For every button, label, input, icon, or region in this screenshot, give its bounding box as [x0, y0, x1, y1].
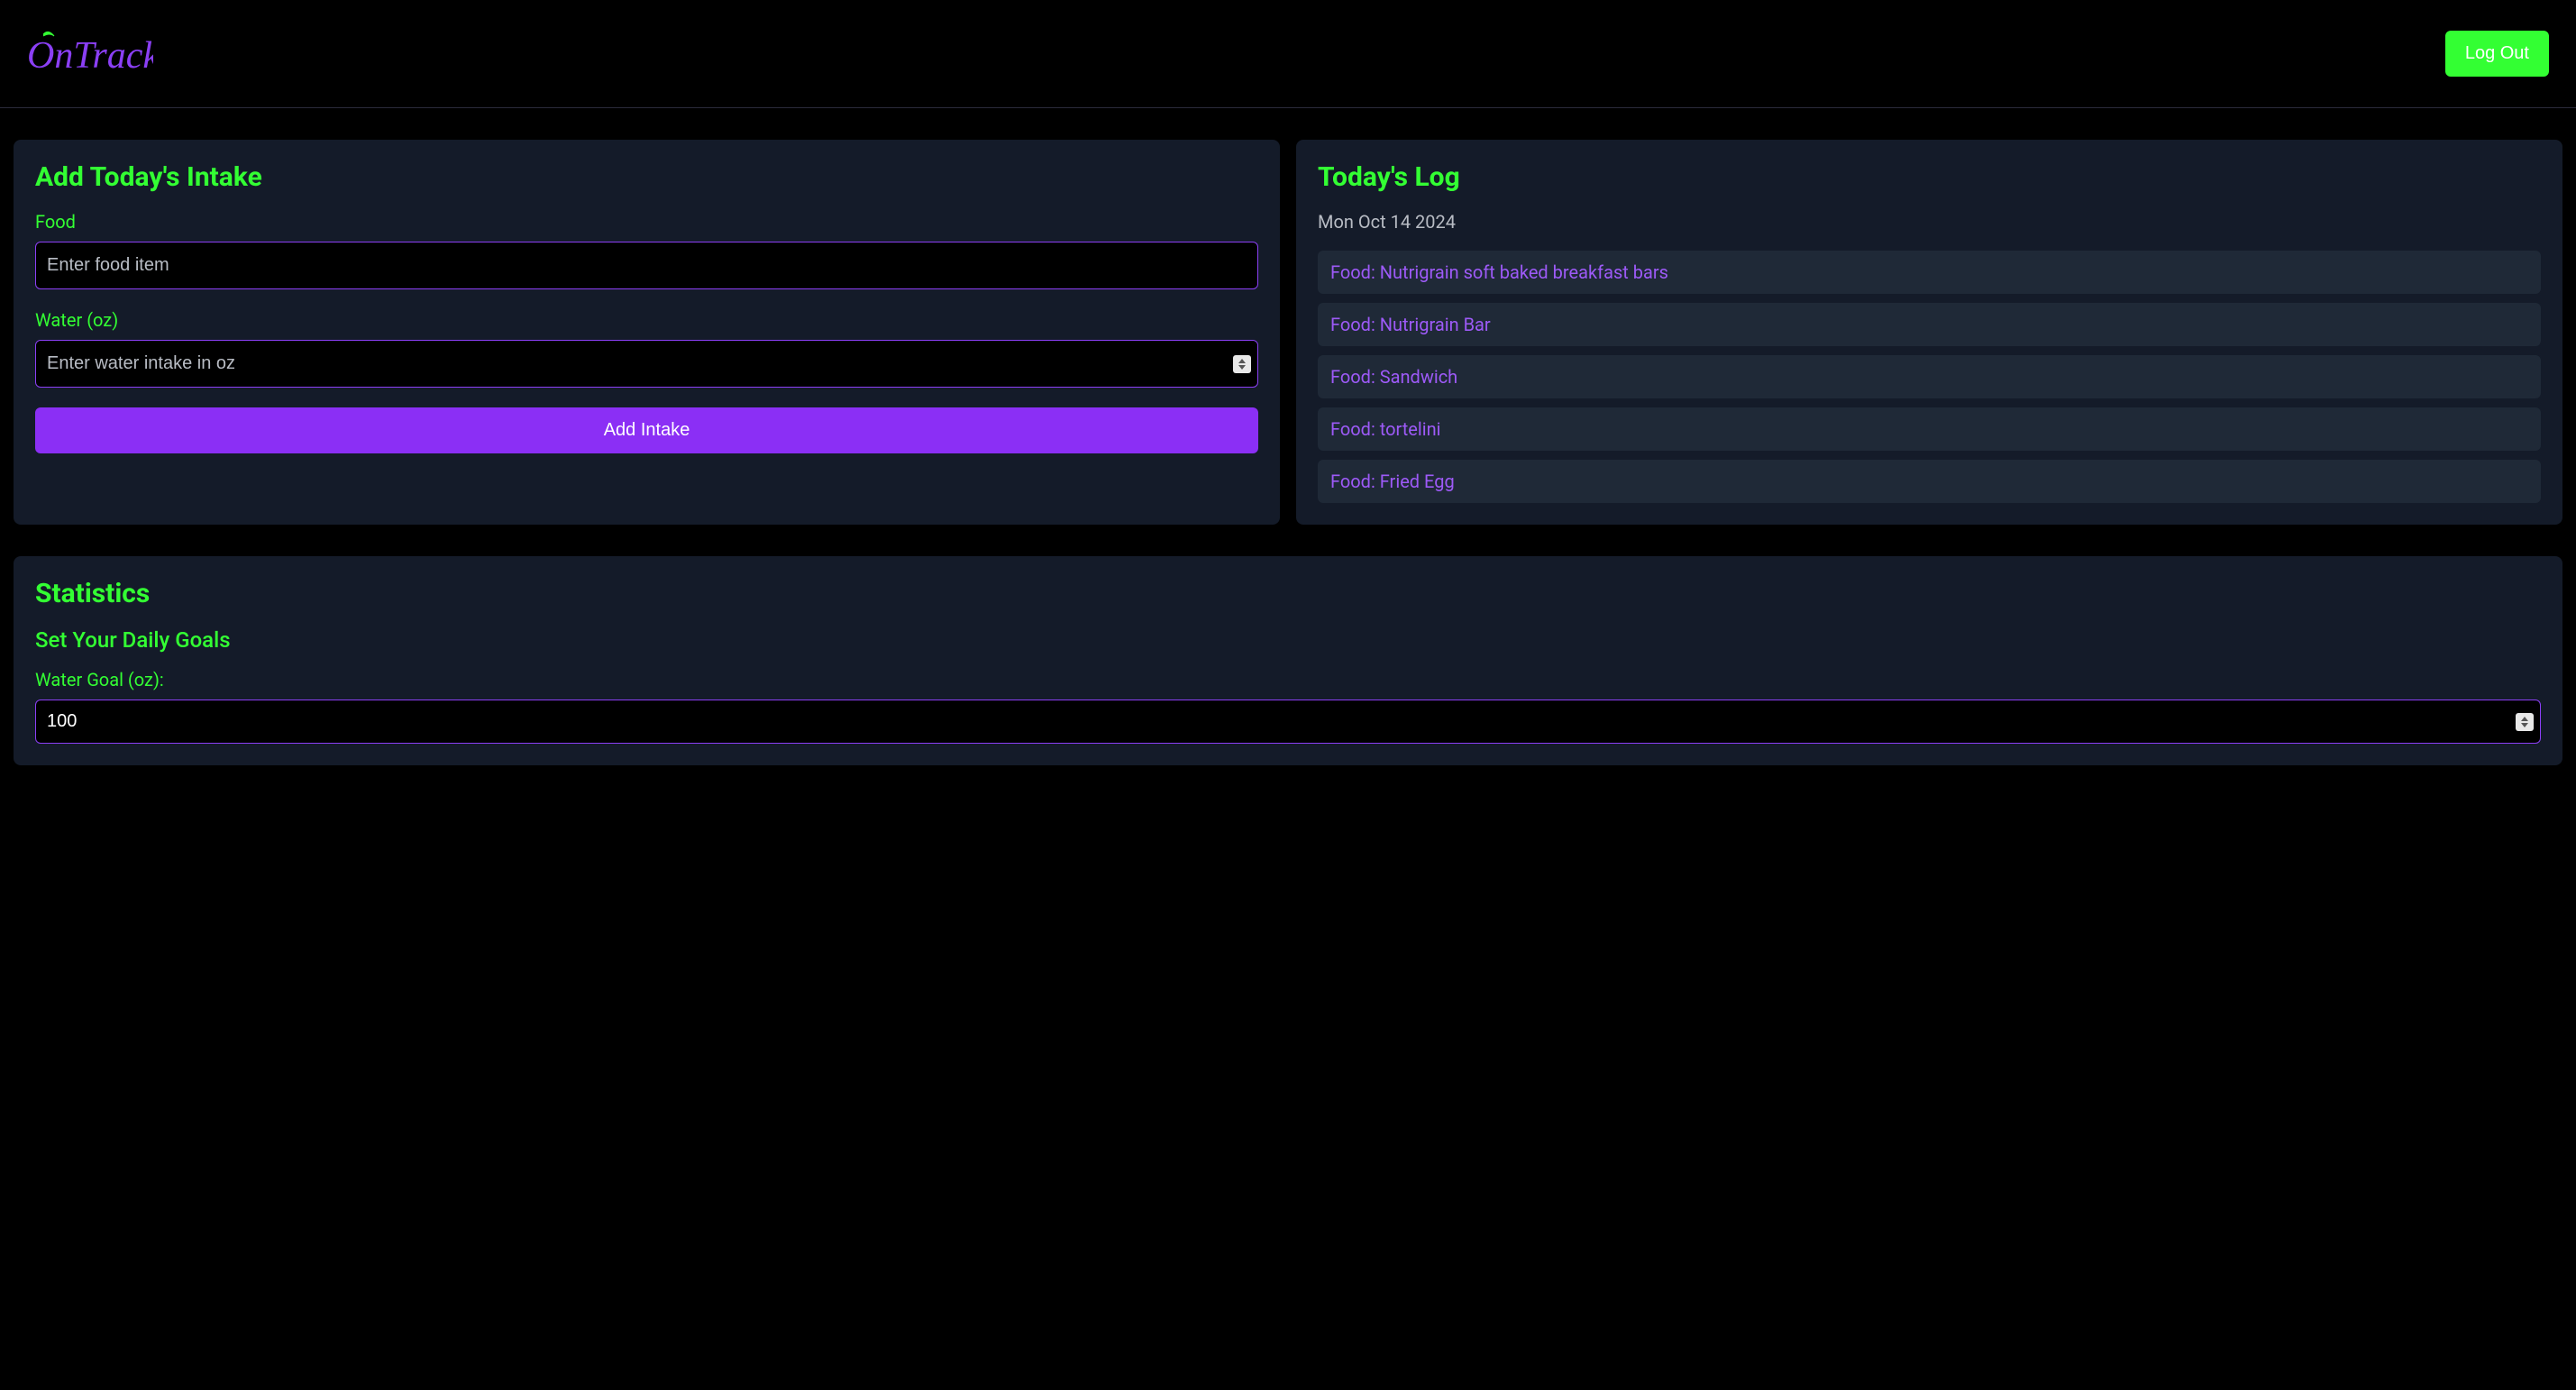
log-item: Food: tortelini	[1318, 407, 2541, 451]
spinner-up-icon	[1238, 359, 1246, 363]
water-goal-spinner[interactable]	[2516, 713, 2534, 731]
water-goal-label: Water Goal (oz):	[35, 669, 2541, 690]
add-intake-title: Add Today's Intake	[35, 161, 1258, 193]
log-item: Food: Fried Egg	[1318, 460, 2541, 503]
food-input[interactable]	[35, 242, 1258, 289]
svg-text:OnTrack: OnTrack	[27, 35, 153, 77]
water-spinner[interactable]	[1233, 355, 1251, 373]
logout-button[interactable]: Log Out	[2445, 31, 2549, 77]
logo-leaf-icon: OnTrack	[27, 27, 153, 80]
food-label: Food	[35, 211, 1258, 233]
top-row: Add Today's Intake Food Water (oz) Add I…	[14, 140, 2562, 525]
goals-subtitle: Set Your Daily Goals	[35, 627, 2541, 653]
log-items-list: Food: Nutrigrain soft baked breakfast ba…	[1318, 251, 2541, 503]
spinner-down-icon	[1238, 365, 1246, 370]
water-goal-input-wrapper	[35, 700, 2541, 744]
statistics-card: Statistics Set Your Daily Goals Water Go…	[14, 556, 2562, 765]
add-intake-card: Add Today's Intake Food Water (oz) Add I…	[14, 140, 1280, 525]
log-item: Food: Sandwich	[1318, 355, 2541, 398]
todays-log-card: Today's Log Mon Oct 14 2024 Food: Nutrig…	[1296, 140, 2562, 525]
spinner-up-icon	[2521, 717, 2528, 721]
water-label: Water (oz)	[35, 309, 1258, 331]
water-input[interactable]	[35, 340, 1258, 388]
header-right: Log Out	[2409, 31, 2549, 77]
todays-log-title: Today's Log	[1318, 161, 2541, 193]
water-goal-input[interactable]	[35, 700, 2541, 744]
log-item: Food: Nutrigrain soft baked breakfast ba…	[1318, 251, 2541, 294]
statistics-title: Statistics	[35, 578, 2541, 609]
log-date: Mon Oct 14 2024	[1318, 211, 2541, 233]
main-content: Add Today's Intake Food Water (oz) Add I…	[0, 108, 2576, 779]
app-header: OnTrack Log Out	[0, 0, 2576, 108]
spinner-down-icon	[2521, 723, 2528, 727]
brand-logo: OnTrack	[27, 27, 153, 80]
water-input-wrapper	[35, 340, 1258, 388]
log-item: Food: Nutrigrain Bar	[1318, 303, 2541, 346]
add-intake-button[interactable]: Add Intake	[35, 407, 1258, 453]
